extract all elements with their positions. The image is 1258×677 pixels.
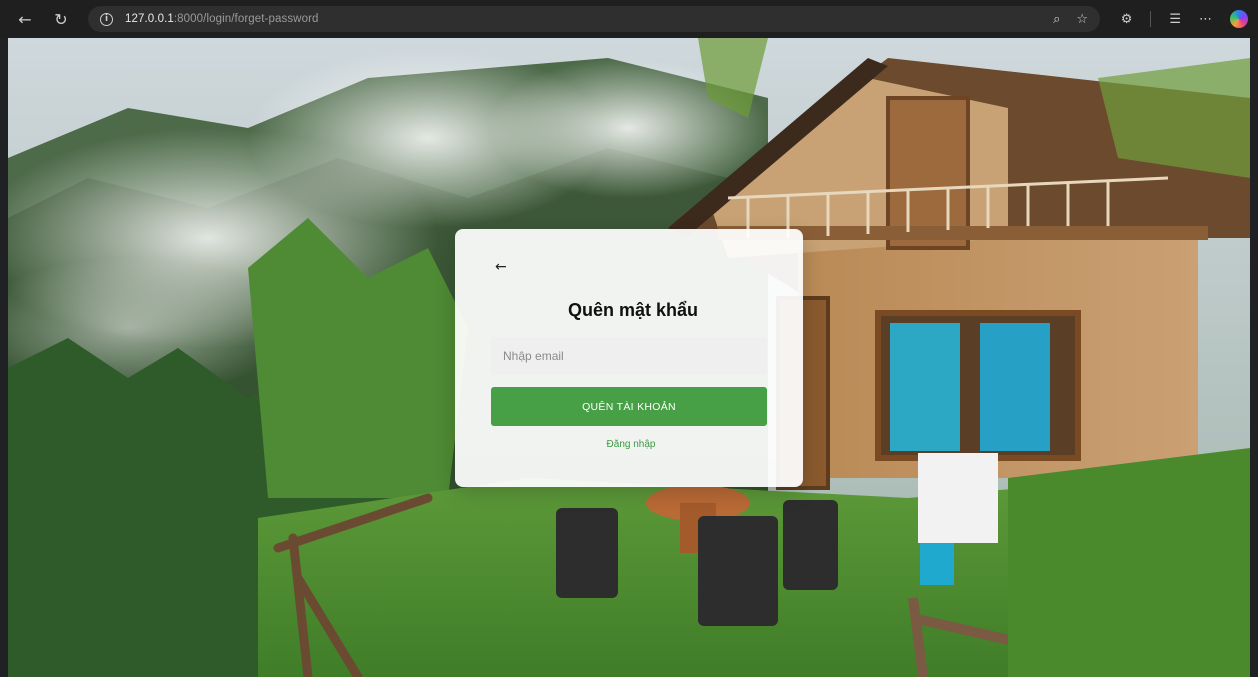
favorite-star-icon[interactable]: ☆ — [1076, 12, 1088, 27]
email-field[interactable] — [491, 337, 767, 375]
forgot-password-card: ← Quên mật khẩu QUÊN TÀI KHOẢN Đăng nhập — [455, 229, 803, 487]
page-viewport: ← Quên mật khẩu QUÊN TÀI KHOẢN Đăng nhập — [8, 38, 1250, 677]
browser-toolbar: ← ↻ i 127.0.0.1:8000/login/forget-passwo… — [0, 0, 1258, 38]
more-options-icon[interactable]: ⋯ — [1199, 12, 1212, 27]
read-aloud-icon[interactable]: ⌕ — [1053, 12, 1060, 27]
browser-back-icon[interactable]: ← — [12, 6, 38, 32]
address-bar[interactable]: i 127.0.0.1:8000/login/forget-password ⌕… — [88, 6, 1100, 32]
url-text: 127.0.0.1:8000/login/forget-password — [125, 13, 319, 25]
browser-reload-icon[interactable]: ↻ — [48, 6, 74, 32]
forgot-account-button[interactable]: QUÊN TÀI KHOẢN — [491, 387, 767, 426]
site-info-icon[interactable]: i — [100, 12, 113, 26]
extensions-icon[interactable]: ⚙ — [1121, 12, 1133, 27]
back-arrow-icon[interactable]: ← — [495, 259, 507, 275]
copilot-icon[interactable] — [1230, 10, 1248, 28]
favorites-icon[interactable]: ☰ — [1169, 12, 1181, 27]
toolbar-divider — [1150, 11, 1152, 27]
page-title: Quên mật khẩu — [567, 300, 699, 320]
login-link[interactable]: Đăng nhập — [455, 439, 803, 450]
